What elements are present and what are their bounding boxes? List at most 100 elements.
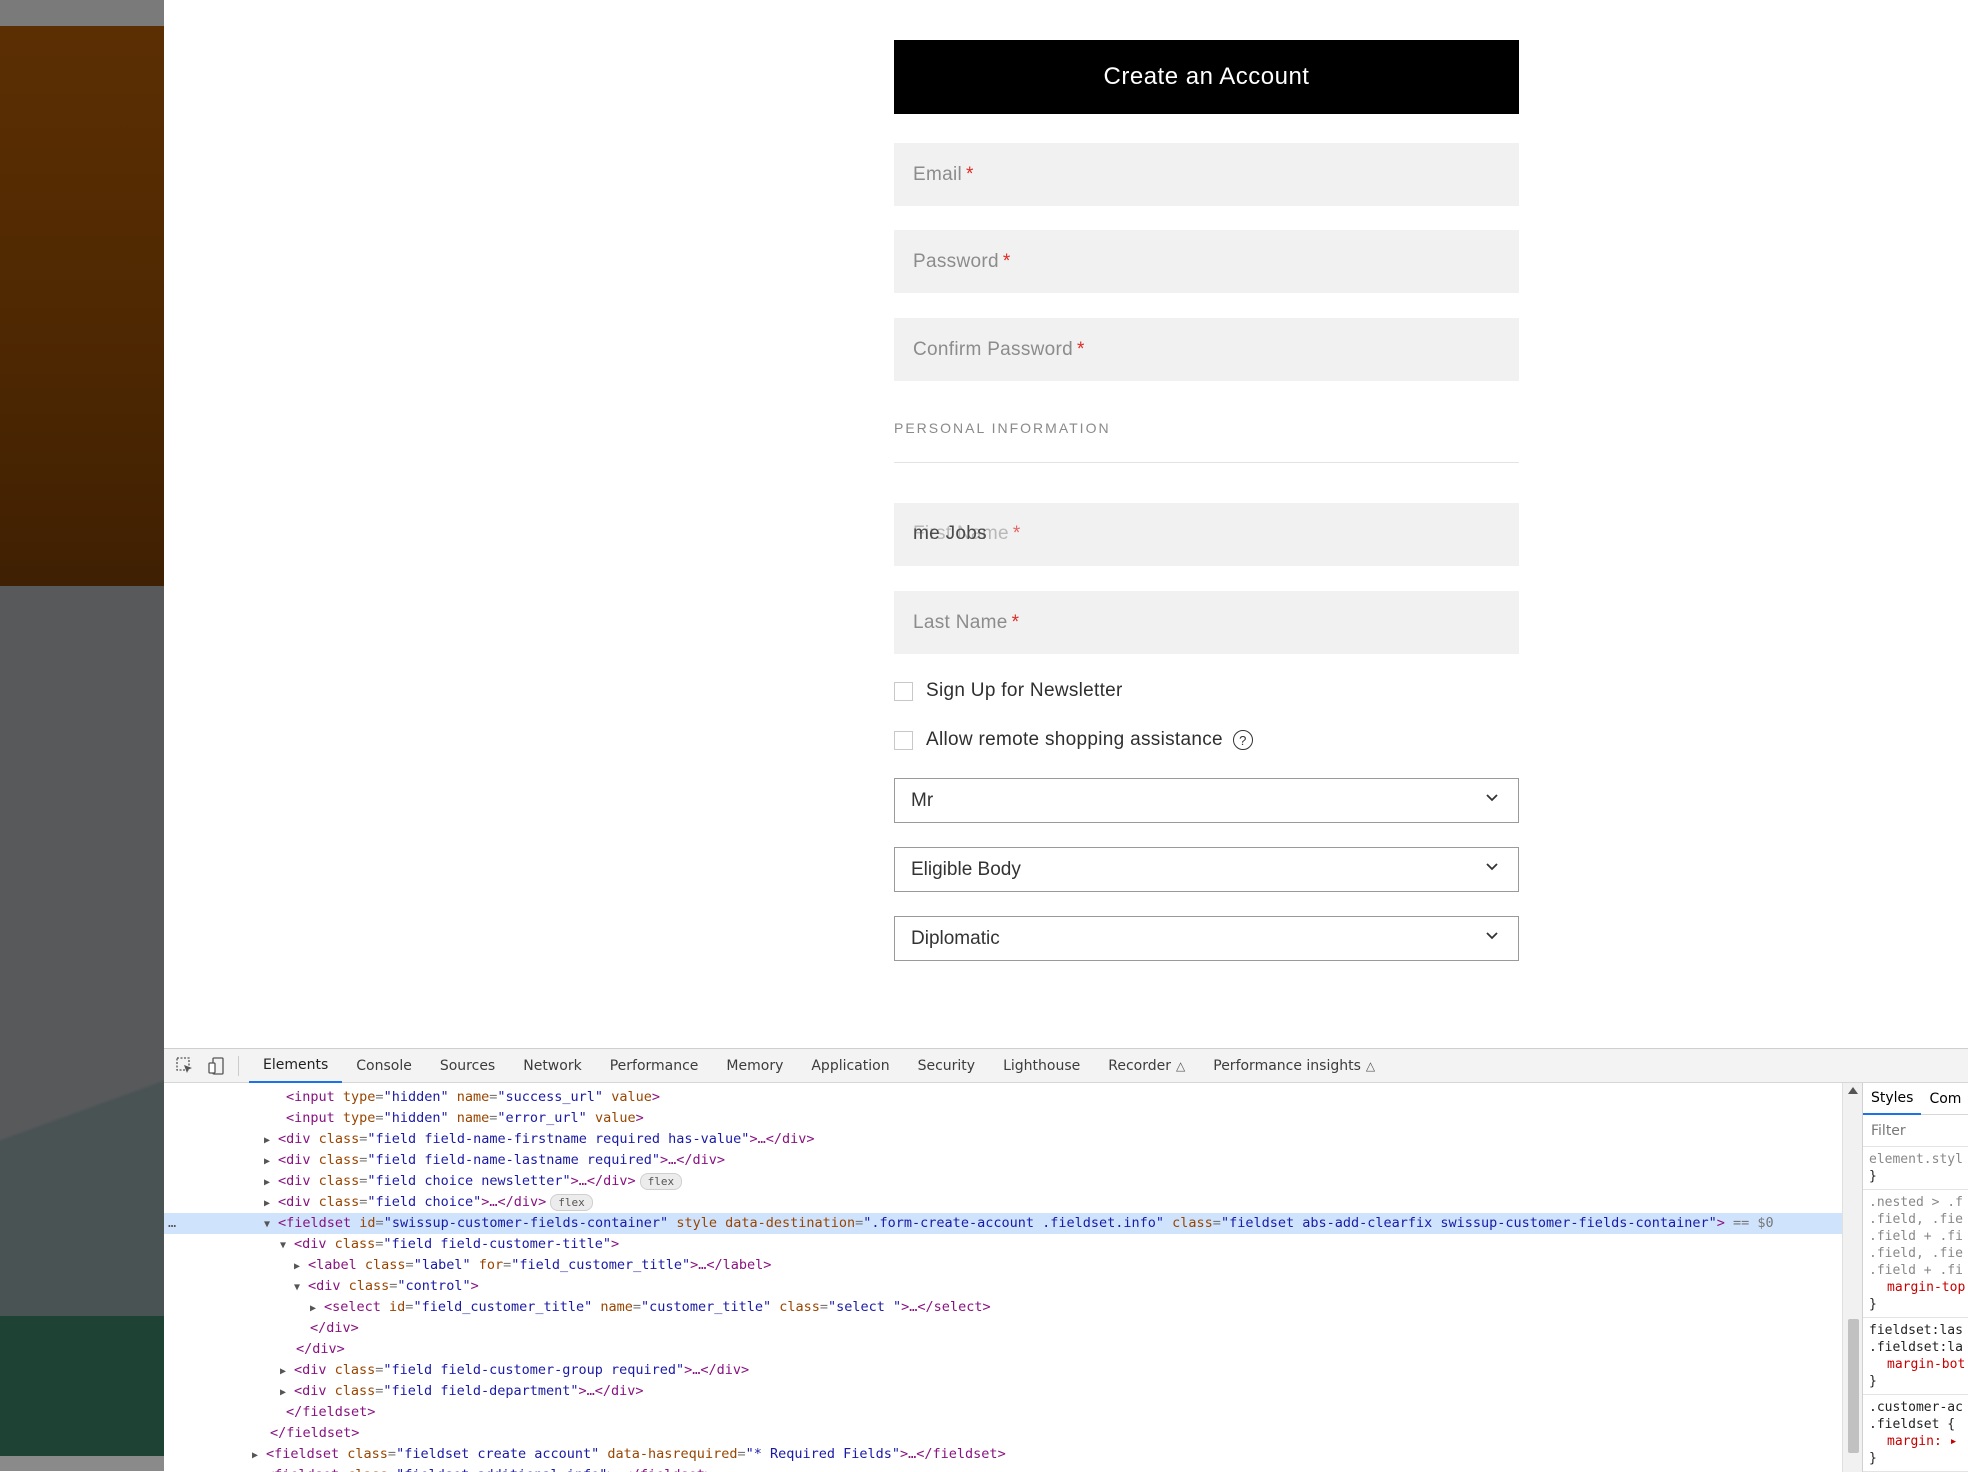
collapsed-triangle-icon[interactable]: ▶	[264, 1151, 278, 1172]
required-mark: *	[1011, 611, 1020, 633]
personal-information-title: PERSONAL INFORMATION	[894, 420, 1111, 436]
tab-memory[interactable]: Memory	[712, 1049, 797, 1083]
dom-node-line[interactable]: <input type="hidden" name="success_url" …	[164, 1087, 1842, 1108]
strip-top	[0, 0, 164, 26]
style-rule[interactable]: element.styl}	[1863, 1147, 1968, 1190]
dom-node-line[interactable]: ▶ <select id="field_customer_title" name=…	[164, 1297, 1842, 1318]
password-placeholder: Password	[913, 250, 999, 272]
flex-badge[interactable]: flex	[639, 1173, 683, 1190]
elements-dom-tree[interactable]: <input type="hidden" name="success_url" …	[164, 1083, 1842, 1472]
dom-node-line[interactable]: … ▼ <fieldset id="swissup-customer-fields-…	[164, 1213, 1842, 1234]
styles-sidebar: Styles Com Filter element.styl} .nested >…	[1862, 1083, 1968, 1472]
first-name-field[interactable]: First Name * me Jobs	[894, 503, 1519, 566]
collapsed-triangle-icon[interactable]: ▶	[252, 1445, 266, 1466]
devtools-tabbar: Elements Console Sources Network Perform…	[164, 1049, 1968, 1083]
dom-node-line[interactable]: <input type="hidden" name="error_url" va…	[164, 1108, 1842, 1129]
dom-node-line[interactable]: ▶ <label class="label" for="field_custome…	[164, 1255, 1842, 1276]
collapsed-triangle-icon[interactable]: ▶	[264, 1172, 278, 1193]
dom-node-line[interactable]: ▶ <div class="field field-name-lastname r…	[164, 1150, 1842, 1171]
tab-performance[interactable]: Performance	[596, 1049, 713, 1083]
expanded-triangle-icon[interactable]: ▼	[280, 1235, 294, 1256]
strip-bottom	[0, 1456, 164, 1471]
styles-filter-input[interactable]: Filter	[1863, 1115, 1968, 1147]
help-icon[interactable]: ?	[1232, 730, 1253, 750]
collapsed-triangle-icon[interactable]: ▶	[280, 1382, 294, 1403]
style-rule[interactable]: .customer-ac .fieldset {margin: ▸ (}	[1863, 1395, 1968, 1472]
newsletter-option[interactable]: Sign Up for Newsletter	[894, 680, 1123, 702]
customer-title-value: Mr	[911, 789, 934, 811]
chevron-down-icon	[1486, 932, 1498, 940]
dom-node-line[interactable]: ▶ <div class="field field-customer-group …	[164, 1360, 1842, 1381]
dom-scrollbar[interactable]	[1842, 1083, 1862, 1472]
last-name-field[interactable]: Last Name *	[894, 591, 1519, 654]
tab-security[interactable]: Security	[904, 1049, 990, 1083]
confirm-password-placeholder: Confirm Password	[913, 338, 1074, 360]
style-rule[interactable]: .nested > .f .field, .fie .field + .fi .fie…	[1863, 1190, 1968, 1318]
remote-assistance-option[interactable]: Allow remote shopping assistance ?	[894, 729, 1253, 751]
strip-slope-image	[0, 980, 164, 1316]
flex-badge[interactable]: flex	[550, 1194, 593, 1211]
background-page-strip	[0, 0, 164, 1471]
tab-elements[interactable]: Elements	[249, 1049, 343, 1083]
more-options-icon[interactable]: …	[168, 1213, 176, 1234]
dom-node-line[interactable]: ▶ <div class="field field-name-firstname …	[164, 1129, 1842, 1150]
collapsed-triangle-icon[interactable]: ▶	[252, 1466, 266, 1472]
tab-styles[interactable]: Styles	[1863, 1083, 1922, 1115]
styles-rules: element.styl} .nested > .f .field, .fie .fi…	[1863, 1147, 1968, 1472]
remote-assistance-checkbox[interactable]	[894, 730, 913, 750]
inspect-element-icon[interactable]	[174, 1055, 196, 1077]
confirm-password-field[interactable]: Confirm Password *	[894, 318, 1519, 381]
dom-node-line[interactable]: </fieldset>	[164, 1423, 1842, 1444]
tab-lighthouse[interactable]: Lighthouse	[989, 1049, 1094, 1083]
customer-group-value: Eligible Body	[911, 858, 1021, 880]
expanded-triangle-icon[interactable]: ▼	[264, 1214, 278, 1235]
dom-node-line[interactable]: ▶ <fieldset class="fieldset create accoun…	[164, 1444, 1842, 1465]
tab-application[interactable]: Application	[797, 1049, 903, 1083]
required-mark: *	[1077, 338, 1085, 360]
collapsed-triangle-icon[interactable]: ▶	[310, 1298, 324, 1319]
dom-node-line[interactable]: ▼ <div class="field field-customer-title"…	[164, 1234, 1842, 1255]
required-mark: *	[966, 163, 974, 185]
experimental-flask-icon: △	[1365, 1058, 1376, 1073]
strip-brown-image	[0, 26, 164, 586]
collapsed-triangle-icon[interactable]: ▶	[280, 1361, 294, 1382]
dom-node-line[interactable]: </fieldset>	[164, 1402, 1842, 1423]
tab-console[interactable]: Console	[342, 1049, 426, 1083]
tab-sources[interactable]: Sources	[426, 1049, 509, 1083]
collapsed-triangle-icon[interactable]: ▶	[264, 1193, 278, 1214]
tab-recorder[interactable]: Recorder △	[1094, 1049, 1199, 1083]
scroll-thumb[interactable]	[1848, 1319, 1859, 1453]
section-divider	[894, 462, 1519, 463]
password-field[interactable]: Password *	[894, 230, 1519, 293]
experimental-flask-icon: △	[1176, 1058, 1186, 1073]
scroll-up-arrow-icon[interactable]	[1848, 1087, 1858, 1094]
device-toolbar-icon[interactable]	[206, 1055, 228, 1077]
tab-computed[interactable]: Com	[1921, 1083, 1968, 1115]
dom-node-line[interactable]: ▼ <div class="control">	[164, 1276, 1842, 1297]
tab-network[interactable]: Network	[509, 1049, 595, 1083]
devtools-panel: Elements Console Sources Network Perform…	[164, 1048, 1968, 1472]
newsletter-checkbox[interactable]	[894, 681, 913, 701]
toolbar-separator	[238, 1055, 239, 1076]
collapsed-triangle-icon[interactable]: ▶	[264, 1130, 278, 1151]
dom-node-line[interactable]: ▶ <div class="field field-department">…</…	[164, 1381, 1842, 1402]
department-select[interactable]: Diplomatic	[894, 916, 1519, 961]
dom-node-line[interactable]: </div>	[164, 1318, 1842, 1339]
email-field[interactable]: Email *	[894, 143, 1519, 206]
required-mark: *	[1002, 250, 1011, 272]
style-rule[interactable]: fieldset:las .fieldset:la margin-bot}	[1863, 1318, 1968, 1395]
chevron-down-icon	[1486, 794, 1498, 802]
dom-node-line[interactable]: ▶ <div class="field choice newsletter">…<…	[164, 1171, 1842, 1192]
dom-node-line[interactable]: </div>	[164, 1339, 1842, 1360]
customer-title-select[interactable]: Mr	[894, 778, 1519, 823]
chevron-down-icon	[1486, 863, 1498, 871]
create-account-button[interactable]: Create an Account	[894, 40, 1519, 114]
expanded-triangle-icon[interactable]: ▼	[294, 1277, 308, 1298]
tab-performance-insights[interactable]: Performance insights △	[1199, 1049, 1389, 1083]
newsletter-label: Sign Up for Newsletter	[926, 680, 1123, 701]
customer-group-select[interactable]: Eligible Body	[894, 847, 1519, 892]
collapsed-triangle-icon[interactable]: ▶	[294, 1256, 308, 1277]
dom-node-line[interactable]: ▶ <div class="field choice">…</div> flex	[164, 1192, 1842, 1213]
last-name-placeholder: Last Name	[913, 611, 1008, 633]
email-placeholder: Email	[913, 163, 963, 185]
